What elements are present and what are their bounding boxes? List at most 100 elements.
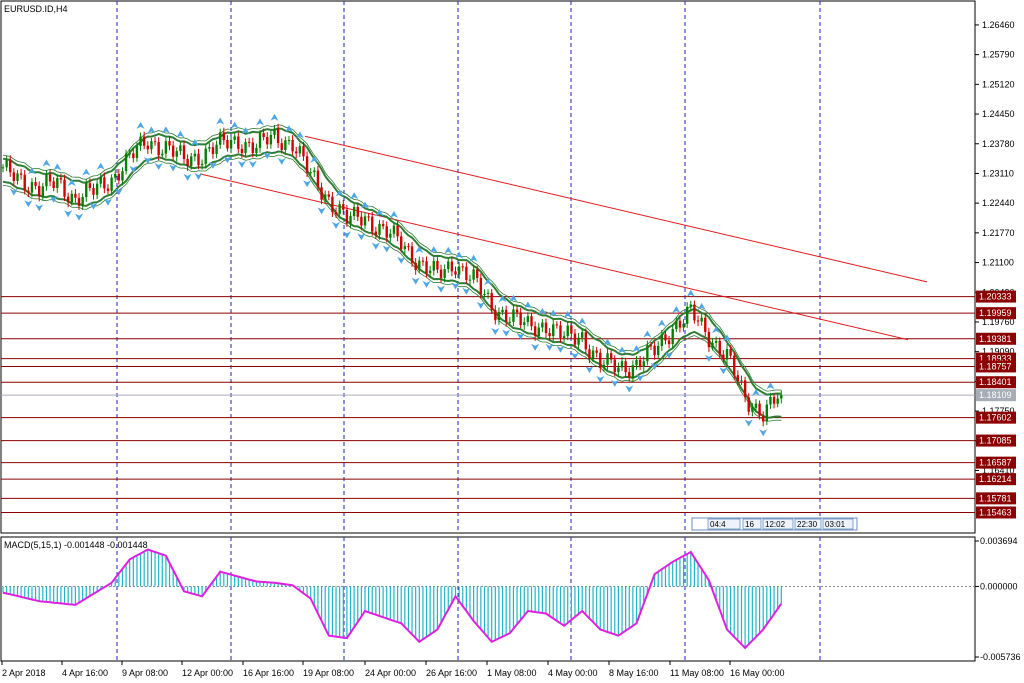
candle-body <box>327 194 330 197</box>
candle-body <box>602 364 606 369</box>
chart-title: EURUSD.ID,H4 <box>4 4 68 14</box>
candle-body <box>396 225 399 237</box>
candle-body <box>562 336 566 338</box>
macd-tick-label: 0.003694 <box>980 536 1018 546</box>
candle-body <box>454 271 457 275</box>
price-axis[interactable]: 1.26460 1.25790 1.25120 1.24450 1.23780 1.231… <box>975 20 1015 476</box>
candle-body <box>389 233 392 238</box>
candle-body <box>653 345 656 356</box>
time-box-label: 04:4 <box>710 520 726 529</box>
candle-body <box>284 140 287 151</box>
candle-body <box>707 331 711 348</box>
candle-body <box>740 380 743 382</box>
chart-window[interactable]: 04:4 16 12:02 22:30 03:01 EURUSD.ID,H4 MACD(… <box>0 0 1024 683</box>
candle-body <box>421 260 425 262</box>
candle-body <box>486 292 490 294</box>
candle-body <box>316 170 320 188</box>
candle-body <box>171 145 175 157</box>
candle-body <box>432 260 435 271</box>
candle-body <box>581 332 584 338</box>
candle-body <box>59 178 63 180</box>
candle-body <box>41 186 45 197</box>
candle-body <box>70 193 73 203</box>
candle-body <box>168 141 171 146</box>
candle-body <box>552 324 555 337</box>
candle-body <box>179 145 182 152</box>
candle-body <box>570 325 573 334</box>
time-tick-label: 8 May 16:00 <box>609 668 659 678</box>
candle-body <box>678 320 682 328</box>
candle-body <box>146 145 149 150</box>
candle-body <box>439 269 443 278</box>
time-box-label: 12:02 <box>765 520 786 529</box>
candle-body <box>106 188 110 191</box>
candle-body <box>255 147 258 154</box>
candle-body <box>139 136 142 147</box>
candle-body <box>48 174 52 182</box>
price-tag-label: 1.19959 <box>979 308 1012 318</box>
candle-body <box>555 324 559 326</box>
candle-body <box>512 309 515 322</box>
candle-body <box>302 146 305 157</box>
candle-body <box>200 163 204 166</box>
candle-body <box>418 260 421 270</box>
candle-body <box>620 361 624 368</box>
candle-body <box>577 337 580 345</box>
price-tick-label: 1.23110 <box>982 168 1014 178</box>
candle-body <box>638 359 642 367</box>
candle-body <box>747 397 750 412</box>
candle-body <box>30 182 34 193</box>
candle-body <box>124 153 128 172</box>
candle-body <box>247 141 251 143</box>
candle-body <box>342 204 345 210</box>
candle-body <box>240 148 244 154</box>
candle-body <box>718 340 721 355</box>
candle-body <box>447 261 450 270</box>
candle-body <box>121 171 124 181</box>
candle-body <box>161 153 164 156</box>
candle-body <box>457 266 461 275</box>
candle-body <box>490 292 493 311</box>
time-box-label: 22:30 <box>797 520 818 529</box>
candle-body <box>599 352 602 369</box>
candle-body <box>99 177 102 184</box>
candle-body <box>88 183 92 189</box>
candle-body <box>403 246 407 250</box>
candle-body <box>193 153 197 157</box>
macd-axis[interactable]: 0.003694 0.000000 -0.005736 <box>975 536 1021 662</box>
candle-body <box>530 316 533 327</box>
candle-body <box>428 270 432 274</box>
candle-body <box>190 156 193 167</box>
candle-body <box>182 145 186 159</box>
candle-body <box>631 365 635 378</box>
candle-body <box>617 367 620 373</box>
candle-body <box>780 395 783 399</box>
price-tick-label: 1.24450 <box>982 109 1015 119</box>
candle-body <box>501 309 504 313</box>
candle-body <box>537 327 540 337</box>
candle-body <box>700 317 703 322</box>
time-tick-label: 26 Apr 16:00 <box>426 668 477 678</box>
candle-body <box>667 340 671 345</box>
candle-body <box>769 396 772 405</box>
candle-body <box>378 223 381 235</box>
candle-body <box>497 312 501 321</box>
candle-body <box>400 236 403 250</box>
time-axis[interactable]: 2 Apr 2018 4 Apr 16:00 9 Apr 08:00 12 Apr 0… <box>1 661 785 678</box>
candle-body <box>262 133 265 138</box>
candle-body <box>19 173 23 175</box>
candle-body <box>56 178 59 189</box>
candle-body <box>776 398 779 404</box>
candle-body <box>9 160 12 173</box>
candle-body <box>5 160 8 168</box>
price-plot-frame[interactable] <box>0 0 976 534</box>
candle-body <box>544 322 548 333</box>
time-boxes[interactable]: 04:4 16 12:02 22:30 03:01 <box>691 517 858 531</box>
candle-body <box>479 278 483 295</box>
candle-body <box>77 197 81 206</box>
candle-body <box>345 209 349 224</box>
candle-body <box>92 188 95 195</box>
candle-body <box>45 174 48 187</box>
candle-body <box>186 158 189 167</box>
candle-body <box>664 334 667 341</box>
